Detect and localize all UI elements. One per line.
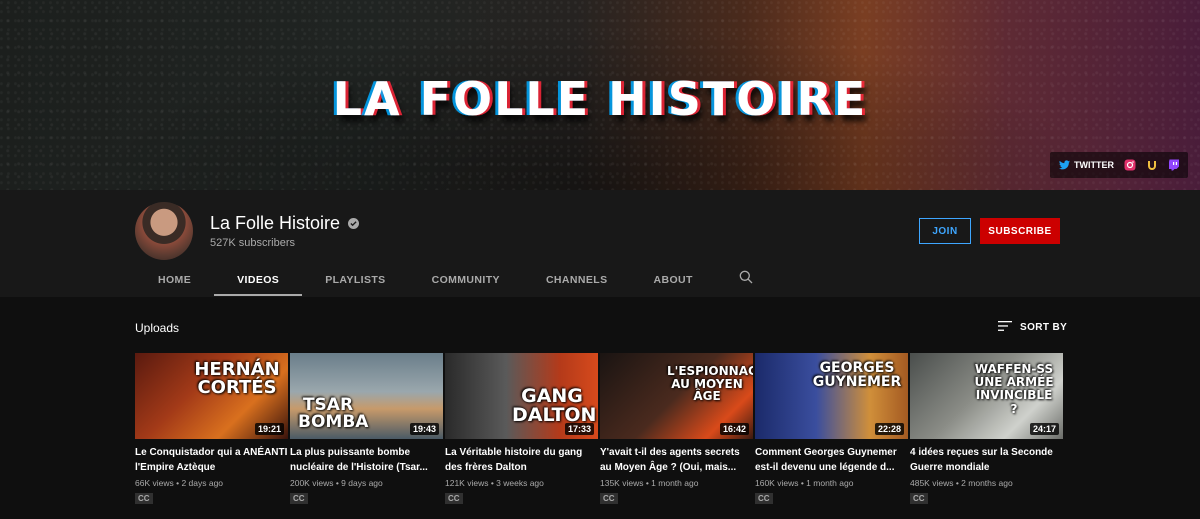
video-thumbnail[interactable]: TSAR BOMBA 19:43 — [290, 353, 443, 439]
channel-header: La Folle Histoire 527K subscribers JOIN … — [0, 190, 1200, 297]
search-icon — [739, 270, 753, 289]
tab-playlists[interactable]: PLAYLISTS — [302, 262, 408, 297]
video-card[interactable]: L'ESPIONNAGE AU MOYEN ÂGE 16:42 Y'avait … — [600, 353, 753, 506]
channel-name: La Folle Histoire — [210, 213, 341, 233]
video-meta: 66K views • 2 days ago — [135, 478, 224, 488]
thumbnail-text: GANG DALTON — [512, 385, 597, 426]
thumbnail-text: GEORGES GUYNEMER — [812, 360, 902, 390]
video-card[interactable]: TSAR BOMBA 19:43 La plus puissante bombe… — [290, 353, 443, 506]
thumbnail-text: TSAR BOMBA — [298, 395, 369, 432]
video-thumbnail[interactable]: L'ESPIONNAGE AU MOYEN ÂGE 16:42 — [600, 353, 753, 439]
twitter-link[interactable]: TWITTER — [1058, 159, 1114, 171]
video-duration: 19:21 — [254, 423, 284, 435]
channel-tabs: HOME VIDEOS PLAYLISTS COMMUNITY CHANNELS… — [135, 262, 776, 297]
tab-about[interactable]: ABOUT — [630, 262, 715, 297]
video-meta: 135K views • 1 month ago — [600, 478, 699, 488]
video-thumbnail[interactable]: GEORGES GUYNEMER 22:28 — [755, 353, 908, 439]
tab-community[interactable]: COMMUNITY — [409, 262, 523, 297]
video-duration: 24:17 — [1029, 423, 1059, 435]
tab-channels[interactable]: CHANNELS — [523, 262, 631, 297]
channel-search-button[interactable] — [716, 262, 776, 297]
thumbnail-text: L'ESPIONNAGE AU MOYEN ÂGE — [667, 364, 753, 404]
video-meta: 485K views • 2 months ago — [910, 478, 1013, 488]
cc-badge: CC — [600, 493, 618, 504]
video-card[interactable]: GANG DALTON 17:33 La Véritable histoire … — [445, 353, 598, 506]
cc-badge: CC — [910, 493, 928, 504]
channel-name-row: La Folle Histoire — [210, 213, 360, 234]
video-meta: 121K views • 3 weeks ago — [445, 478, 544, 488]
banner-title: LA FOLLE HISTOIRE — [332, 72, 868, 126]
sort-by-button[interactable]: SORT BY — [998, 321, 1067, 334]
cc-badge: CC — [445, 493, 463, 504]
video-title[interactable]: Y'avait t-il des agents secrets au Moyen… — [600, 445, 753, 475]
video-title[interactable]: Le Conquistador qui a ANÉANTI l'Empire A… — [135, 445, 288, 475]
video-thumbnail[interactable]: HERNÁN CORTÉS 19:21 — [135, 353, 288, 439]
twitch-icon[interactable] — [1168, 159, 1180, 171]
channel-avatar[interactable] — [135, 202, 193, 260]
video-duration: 19:43 — [409, 423, 439, 435]
join-button[interactable]: JOIN — [919, 218, 971, 244]
social-links: TWITTER — [1050, 152, 1188, 178]
sort-label: SORT BY — [1020, 322, 1068, 333]
subscriber-count: 527K subscribers — [210, 237, 295, 249]
video-card[interactable]: HERNÁN CORTÉS 19:21 Le Conquistador qui … — [135, 353, 288, 506]
video-title[interactable]: La Véritable histoire du gang des frères… — [445, 445, 598, 475]
video-grid: HERNÁN CORTÉS 19:21 Le Conquistador qui … — [135, 353, 1063, 506]
twitter-icon — [1058, 159, 1070, 171]
video-title[interactable]: La plus puissante bombe nucléaire de l'H… — [290, 445, 443, 475]
instagram-icon[interactable] — [1124, 159, 1136, 171]
verified-check-icon — [348, 218, 360, 229]
tab-home[interactable]: HOME — [135, 262, 214, 297]
uploads-heading[interactable]: Uploads — [135, 321, 179, 335]
channel-banner: LA FOLLE HISTOIRE TWITTER — [0, 0, 1200, 190]
cc-badge: CC — [755, 493, 773, 504]
cc-badge: CC — [135, 493, 153, 504]
video-card[interactable]: WAFFEN-SS UNE ARMÉE INVINCIBLE ? 24:17 4… — [910, 353, 1063, 506]
utip-icon[interactable] — [1146, 159, 1158, 171]
tab-videos[interactable]: VIDEOS — [214, 262, 303, 297]
thumbnail-text: HERNÁN CORTÉS — [194, 359, 280, 398]
twitter-label: TWITTER — [1074, 160, 1114, 170]
video-title[interactable]: Comment Georges Guynemer est-il devenu u… — [755, 445, 908, 475]
video-card[interactable]: GEORGES GUYNEMER 22:28 Comment Georges G… — [755, 353, 908, 506]
video-duration: 16:42 — [719, 423, 749, 435]
thumbnail-text: WAFFEN-SS UNE ARMÉE INVINCIBLE ? — [974, 362, 1054, 416]
video-duration: 22:28 — [874, 423, 904, 435]
video-meta: 160K views • 1 month ago — [755, 478, 854, 488]
video-thumbnail[interactable]: WAFFEN-SS UNE ARMÉE INVINCIBLE ? 24:17 — [910, 353, 1063, 439]
video-thumbnail[interactable]: GANG DALTON 17:33 — [445, 353, 598, 439]
cc-badge: CC — [290, 493, 308, 504]
video-title[interactable]: 4 idées reçues sur la Seconde Guerre mon… — [910, 445, 1063, 475]
video-duration: 17:33 — [564, 423, 594, 435]
subscribe-button[interactable]: SUBSCRIBE — [980, 218, 1060, 244]
video-meta: 200K views • 9 days ago — [290, 478, 383, 488]
sort-icon — [998, 321, 1012, 334]
